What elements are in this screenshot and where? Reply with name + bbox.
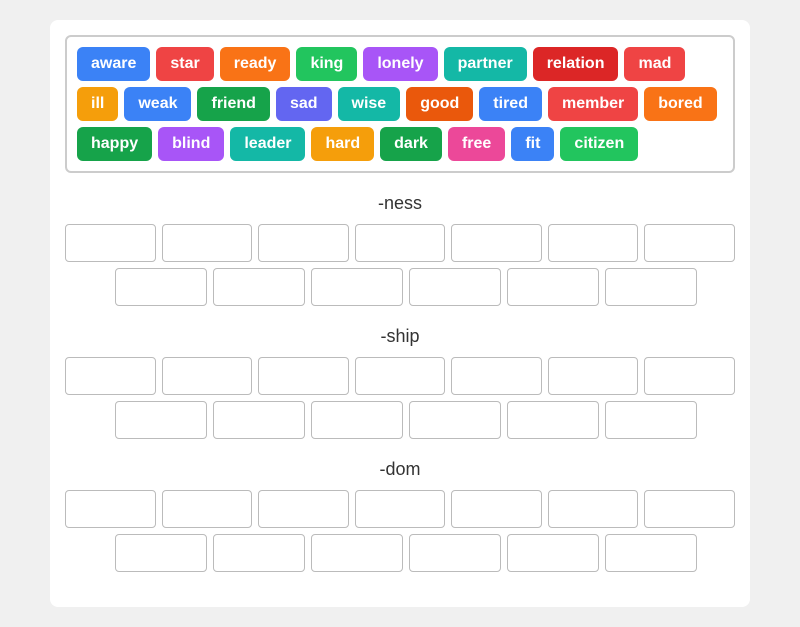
- drop-box[interactable]: [213, 268, 305, 306]
- drop-box[interactable]: [507, 268, 599, 306]
- word-tile[interactable]: tired: [479, 87, 542, 121]
- word-tile[interactable]: free: [448, 127, 505, 161]
- word-tile[interactable]: fit: [511, 127, 554, 161]
- word-tile[interactable]: blind: [158, 127, 224, 161]
- word-tile[interactable]: aware: [77, 47, 150, 81]
- drop-box[interactable]: [65, 490, 156, 528]
- drop-box[interactable]: [605, 268, 697, 306]
- drop-box[interactable]: [644, 224, 735, 262]
- drop-box[interactable]: [355, 224, 446, 262]
- drop-box[interactable]: [548, 224, 639, 262]
- drop-box[interactable]: [644, 490, 735, 528]
- drop-rows: [65, 224, 735, 306]
- word-tile[interactable]: bored: [644, 87, 716, 121]
- drop-box[interactable]: [213, 401, 305, 439]
- section: -dom: [65, 459, 735, 572]
- word-tile[interactable]: ill: [77, 87, 118, 121]
- drop-box[interactable]: [258, 490, 349, 528]
- drop-box[interactable]: [311, 534, 403, 572]
- drop-box[interactable]: [258, 224, 349, 262]
- word-bank: awarestarreadykinglonelypartnerrelationm…: [65, 35, 735, 173]
- drop-box[interactable]: [548, 490, 639, 528]
- main-container: awarestarreadykinglonelypartnerrelationm…: [50, 20, 750, 607]
- section-title: -ness: [65, 193, 735, 214]
- drop-row: [65, 357, 735, 395]
- drop-box[interactable]: [605, 401, 697, 439]
- word-tile[interactable]: ready: [220, 47, 291, 81]
- word-tile[interactable]: sad: [276, 87, 332, 121]
- drop-box[interactable]: [311, 401, 403, 439]
- word-tile[interactable]: mad: [624, 47, 685, 81]
- drop-box[interactable]: [644, 357, 735, 395]
- word-tile[interactable]: wise: [338, 87, 401, 121]
- drop-row: [65, 268, 735, 306]
- drop-row: [65, 224, 735, 262]
- drop-rows: [65, 357, 735, 439]
- drop-box[interactable]: [65, 224, 156, 262]
- word-tile[interactable]: king: [296, 47, 357, 81]
- drop-box[interactable]: [451, 490, 542, 528]
- word-tile[interactable]: member: [548, 87, 638, 121]
- word-tile[interactable]: hard: [311, 127, 374, 161]
- drop-box[interactable]: [162, 357, 253, 395]
- drop-box[interactable]: [213, 534, 305, 572]
- drop-box[interactable]: [605, 534, 697, 572]
- drop-box[interactable]: [258, 357, 349, 395]
- word-tile[interactable]: lonely: [363, 47, 437, 81]
- sections-container: -ness -ship -dom: [65, 193, 735, 572]
- word-tile[interactable]: dark: [380, 127, 442, 161]
- drop-box[interactable]: [548, 357, 639, 395]
- drop-box[interactable]: [507, 401, 599, 439]
- drop-row: [65, 490, 735, 528]
- word-tile[interactable]: partner: [444, 47, 527, 81]
- word-tile[interactable]: star: [156, 47, 213, 81]
- word-tile[interactable]: citizen: [560, 127, 638, 161]
- drop-box[interactable]: [65, 357, 156, 395]
- word-tile[interactable]: leader: [230, 127, 305, 161]
- drop-box[interactable]: [507, 534, 599, 572]
- drop-box[interactable]: [451, 357, 542, 395]
- drop-box[interactable]: [409, 534, 501, 572]
- drop-row: [65, 534, 735, 572]
- section: -ness: [65, 193, 735, 306]
- drop-box[interactable]: [409, 268, 501, 306]
- section-title: -dom: [65, 459, 735, 480]
- section-title: -ship: [65, 326, 735, 347]
- drop-box[interactable]: [355, 357, 446, 395]
- word-tile[interactable]: relation: [533, 47, 619, 81]
- drop-box[interactable]: [311, 268, 403, 306]
- word-tile[interactable]: good: [406, 87, 473, 121]
- drop-box[interactable]: [115, 534, 207, 572]
- word-tile[interactable]: friend: [197, 87, 269, 121]
- drop-box[interactable]: [115, 401, 207, 439]
- word-tile[interactable]: happy: [77, 127, 152, 161]
- drop-row: [65, 401, 735, 439]
- drop-box[interactable]: [409, 401, 501, 439]
- drop-box[interactable]: [355, 490, 446, 528]
- word-tile[interactable]: weak: [124, 87, 191, 121]
- drop-box[interactable]: [451, 224, 542, 262]
- section: -ship: [65, 326, 735, 439]
- drop-box[interactable]: [115, 268, 207, 306]
- drop-box[interactable]: [162, 224, 253, 262]
- drop-rows: [65, 490, 735, 572]
- drop-box[interactable]: [162, 490, 253, 528]
